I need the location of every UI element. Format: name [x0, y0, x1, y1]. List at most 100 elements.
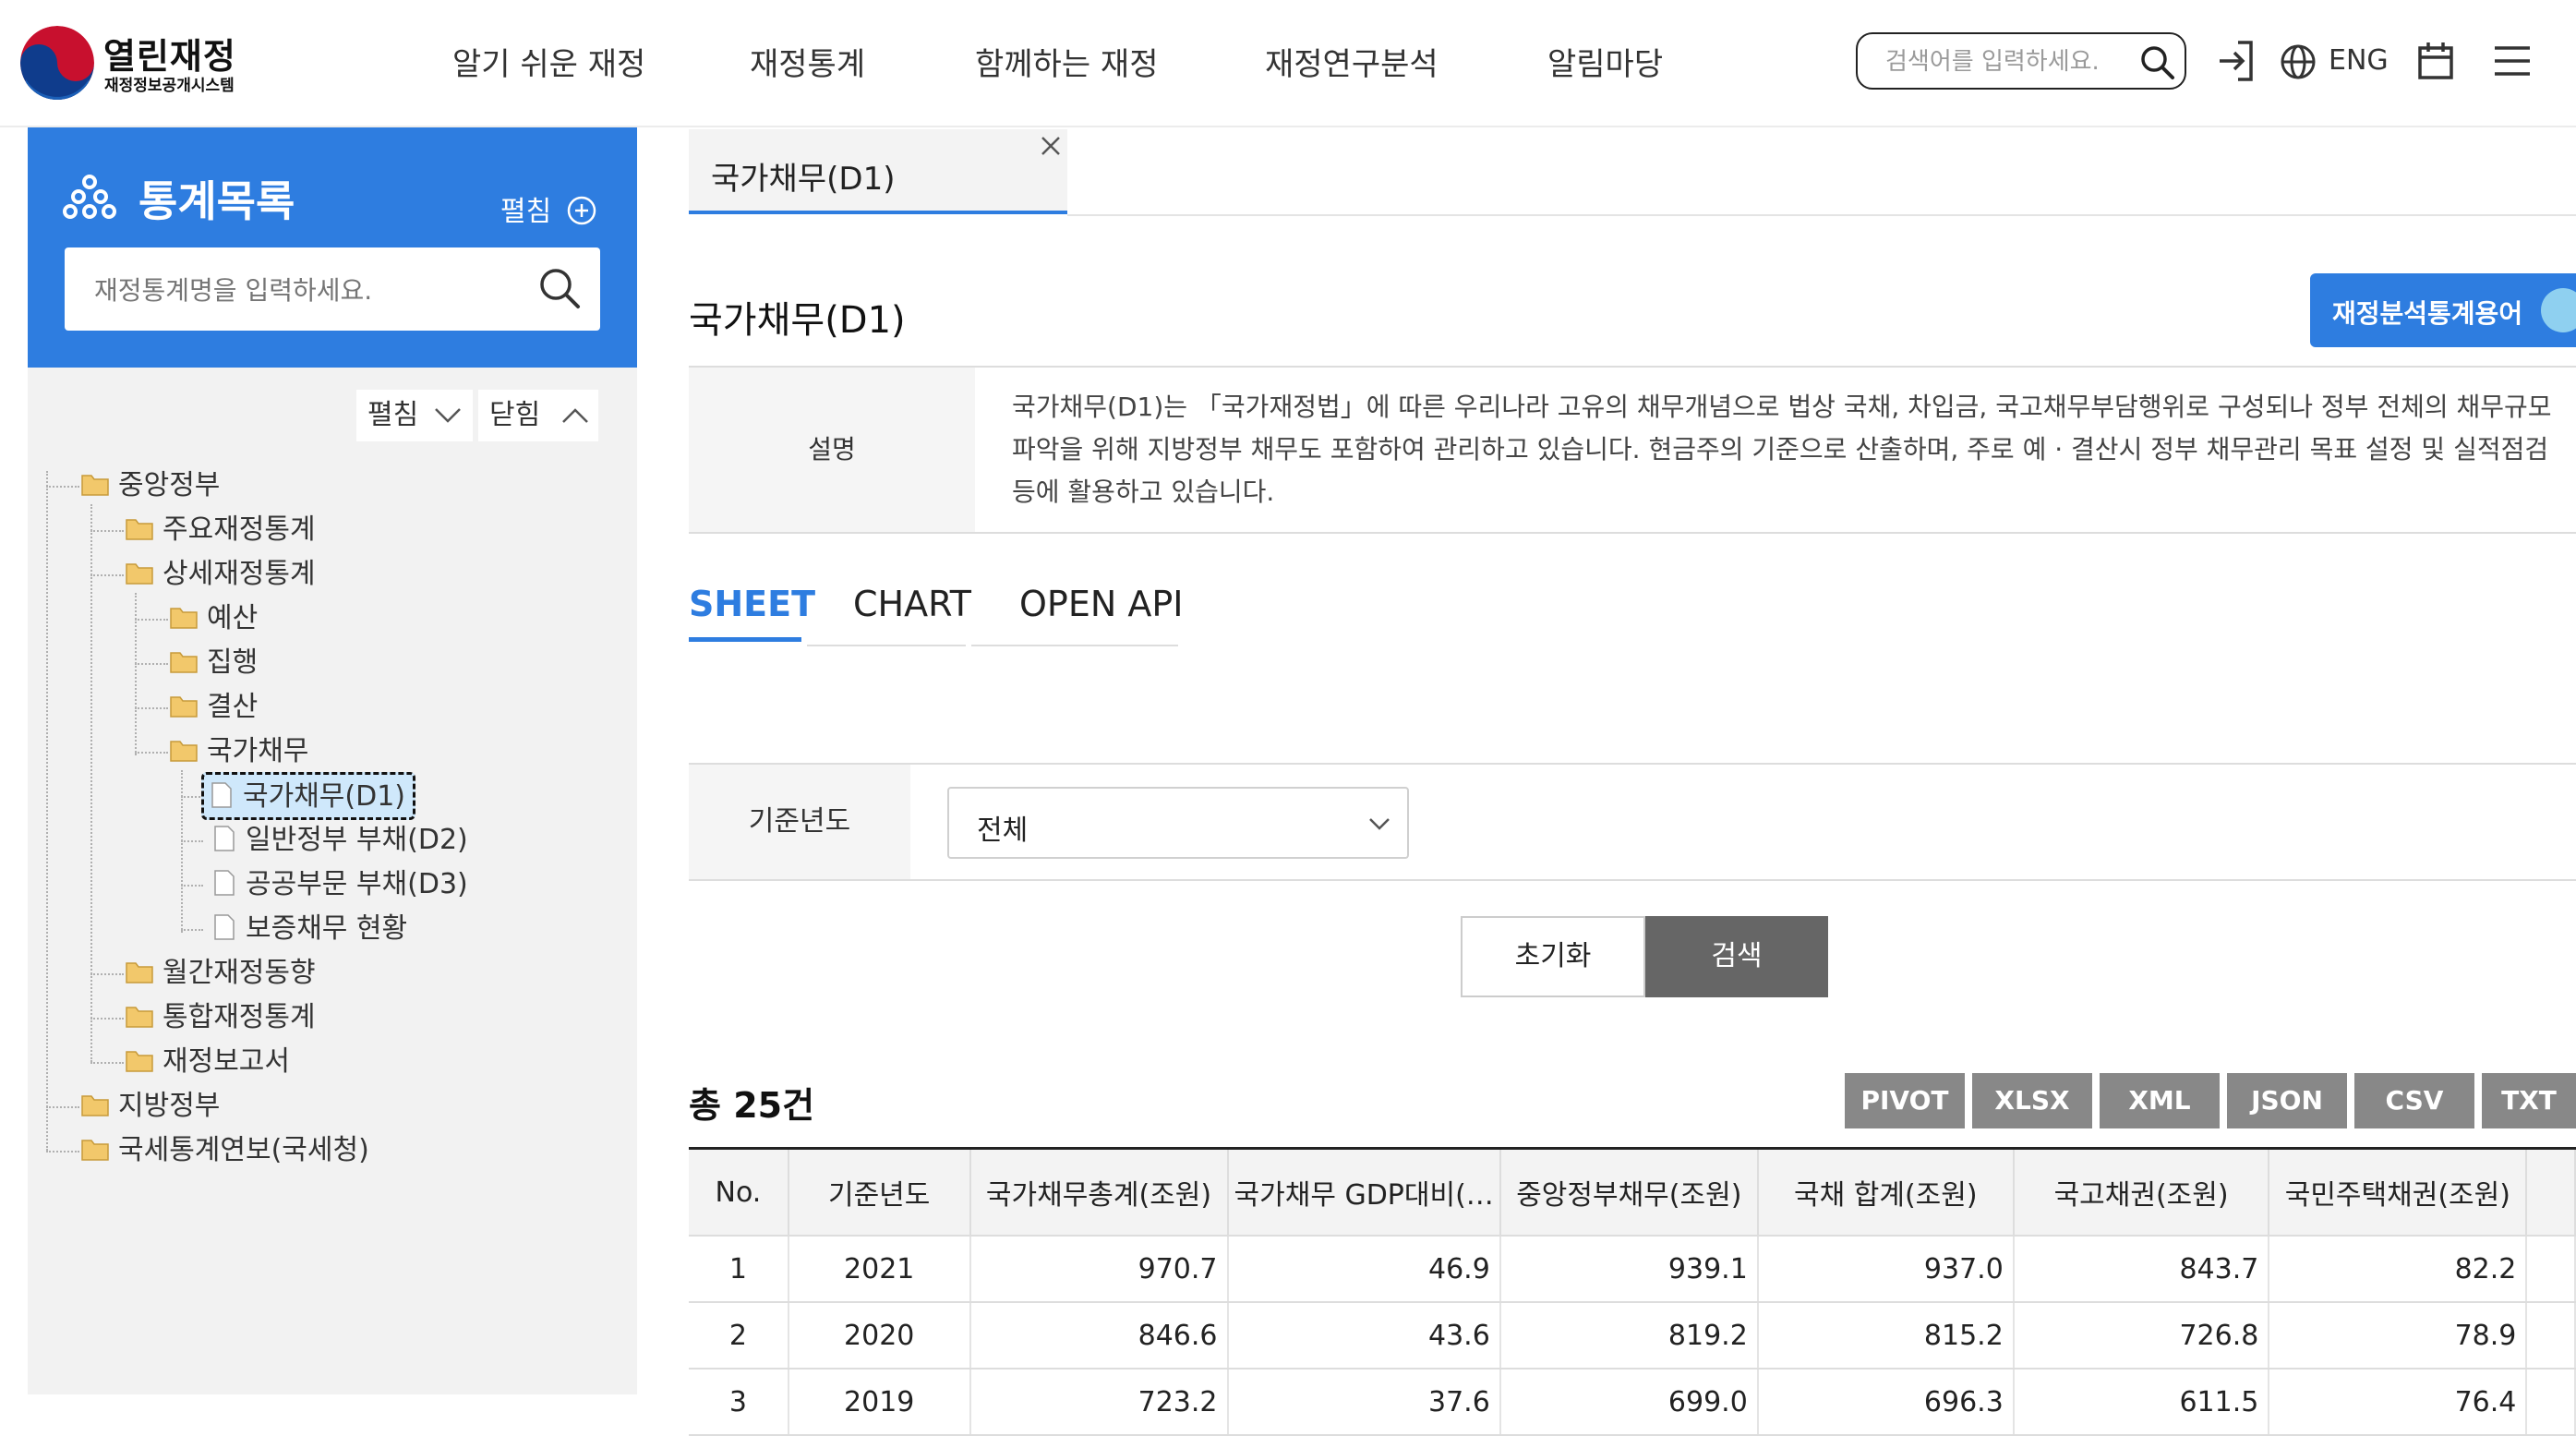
tab-d1[interactable]: 국가채무(D1) [689, 129, 1067, 214]
folder-icon [170, 607, 198, 629]
tree-connector [135, 593, 137, 755]
tree-connector [90, 530, 124, 532]
nav-easy-finance[interactable]: 알기 쉬운 재정 [452, 39, 645, 84]
table-cell: 46.9 [1227, 1236, 1501, 1303]
csv-download-button[interactable]: CSV [2354, 1073, 2474, 1128]
tree-item-label: 월간재정동향 [163, 957, 316, 989]
xml-download-button[interactable]: XML [2100, 1073, 2220, 1128]
stats-list-icon [63, 175, 116, 219]
table-row[interactable]: 3 2019 723.2 37.6 699.0 696.3 611.5 76.4 [689, 1369, 2576, 1436]
data-table: No. 기준년도 국가채무총계(조원) 국가채무 GDP대비(… 중앙정부채무(… [689, 1147, 2576, 1436]
tree-item-label: 집행 [207, 646, 259, 679]
column-header[interactable]: 기준년도 [788, 1148, 971, 1237]
sidebar-search-input[interactable] [92, 271, 521, 309]
folder-icon [81, 1139, 109, 1161]
tree-item-finance-report[interactable]: 재정보고서 [126, 1044, 290, 1080]
tree-item-central-gov[interactable]: 중앙정부 [81, 467, 220, 504]
filter-year-label: 기준년도 [689, 765, 910, 879]
xlsx-download-button[interactable]: XLSX [1972, 1073, 2092, 1128]
logo-emblem-icon[interactable] [20, 26, 94, 100]
language-eng-link[interactable]: ENG [2329, 44, 2389, 77]
close-icon[interactable] [1040, 135, 1062, 157]
tree-item-label: 재정보고서 [163, 1045, 290, 1078]
search-icon[interactable] [537, 266, 582, 310]
tree-item-label: 공공부문 부채(D3) [246, 868, 468, 900]
tree-expand-label: 펼침 [367, 399, 419, 431]
column-header[interactable]: 중앙정부채무(조원) [1499, 1148, 1759, 1237]
tree-item-d2[interactable]: 일반정부 부채(D2) [214, 822, 468, 859]
search-button[interactable]: 검색 [1645, 916, 1828, 997]
txt-download-button[interactable]: TXT [2482, 1073, 2576, 1128]
json-download-button[interactable]: JSON [2227, 1073, 2347, 1128]
tree-item-budget[interactable]: 예산 [170, 600, 258, 637]
table-cell: 939.1 [1499, 1236, 1759, 1303]
tree-item-tax-yearbook[interactable]: 국세통계연보(국세청) [81, 1132, 369, 1169]
table-cell: 37.6 [1227, 1369, 1501, 1436]
tree-connector [181, 796, 203, 798]
login-icon[interactable] [2216, 39, 2257, 83]
table-cell: 843.7 [2013, 1236, 2270, 1303]
tree-connector [90, 504, 92, 1062]
table-cell: 723.2 [969, 1369, 1229, 1436]
column-header[interactable]: No. [689, 1148, 789, 1237]
nav-finance-stats[interactable]: 재정통계 [750, 39, 865, 84]
table-row[interactable]: 2 2020 846.6 43.6 819.2 815.2 726.8 78.9 [689, 1302, 2576, 1370]
table-row[interactable]: 1 2021 970.7 46.9 939.1 937.0 843.7 82.2 [689, 1236, 2576, 1303]
nav-finance-research[interactable]: 재정연구분석 [1265, 39, 1438, 84]
table-cell: 699.0 [1499, 1369, 1759, 1436]
tree-item-integrated-stats[interactable]: 통합재정통계 [126, 999, 316, 1036]
tree-collapse-button[interactable]: 닫힘 [478, 390, 598, 441]
tree-item-national-debt[interactable]: 국가채무 [170, 733, 308, 770]
tree-item-guarantee-debt[interactable]: 보증채무 현황 [214, 911, 407, 947]
tab-sheet[interactable]: SHEET [689, 584, 815, 624]
year-select[interactable]: 전체 [947, 787, 1409, 859]
folder-icon [126, 1006, 153, 1028]
tree-connector [46, 1151, 79, 1152]
table-cell: 815.2 [1757, 1302, 2015, 1370]
tree-item-settlement[interactable]: 결산 [170, 689, 258, 726]
column-header[interactable]: 국가채무총계(조원) [969, 1148, 1229, 1237]
tab-chart[interactable]: CHART [853, 584, 971, 624]
tree-expand-button[interactable]: 펼침 [356, 390, 473, 441]
table-cell: 611.5 [2013, 1369, 2270, 1436]
tree-item-local-gov[interactable]: 지방정부 [81, 1088, 220, 1125]
reset-button[interactable]: 초기화 [1461, 916, 1645, 997]
calendar-icon[interactable] [2417, 41, 2454, 81]
description-label: 설명 [689, 368, 975, 532]
table-cell: 726.8 [2013, 1302, 2270, 1370]
hamburger-menu-icon[interactable] [2493, 44, 2532, 78]
document-icon [211, 781, 232, 808]
tree-item-execution[interactable]: 집행 [170, 645, 258, 682]
sidebar-expand-button[interactable]: 펼침 [500, 188, 597, 229]
column-header[interactable]: 국채 합계(조원) [1757, 1148, 2015, 1237]
column-header[interactable]: 국가채무 GDP대비(… [1227, 1148, 1501, 1237]
description-box: 설명 국가채무(D1)는 「국가재정법」에 따른 우리나라 고유의 채무개념으로… [689, 366, 2576, 534]
pivot-button[interactable]: PIVOT [1845, 1073, 1965, 1128]
nav-notice[interactable]: 알림마당 [1547, 39, 1663, 84]
table-cell: 696.3 [1757, 1369, 2015, 1436]
tree-item-label: 통합재정통계 [163, 1001, 316, 1033]
table-cell: 937.0 [1757, 1236, 2015, 1303]
tree-item-detail-stats[interactable]: 상세재정통계 [126, 556, 316, 593]
year-select-value: 전체 [977, 815, 1029, 847]
tree-item-label: 국가채무 [207, 735, 309, 767]
finance-term-button[interactable]: 재정분석통계용어 [2310, 273, 2576, 347]
tree-item-d3[interactable]: 공공부문 부채(D3) [214, 866, 468, 903]
tree-item-d1-selected[interactable]: 국가채무(D1) [201, 772, 415, 820]
logo-title[interactable]: 열린재정 [103, 28, 236, 78]
column-header[interactable]: 국민주택채권(조원) [2269, 1148, 2528, 1237]
table-cell: 2019 [788, 1369, 971, 1436]
folder-icon [126, 562, 153, 585]
tree-collapse-label: 닫힘 [489, 399, 541, 431]
search-icon[interactable] [2138, 43, 2177, 82]
tree-item-key-stats[interactable]: 주요재정통계 [126, 512, 316, 549]
tree-connector [135, 619, 168, 621]
tree-connector [90, 1062, 124, 1064]
globe-icon[interactable] [2279, 42, 2317, 81]
column-header[interactable]: 국고채권(조원) [2013, 1148, 2270, 1237]
tab-open-api[interactable]: OPEN API [1019, 584, 1183, 624]
tab-bar-divider [1067, 214, 2576, 216]
global-search-input[interactable] [1884, 43, 2137, 80]
nav-together-finance[interactable]: 함께하는 재정 [975, 39, 1159, 84]
tree-item-monthly-trend[interactable]: 월간재정동향 [126, 955, 316, 992]
